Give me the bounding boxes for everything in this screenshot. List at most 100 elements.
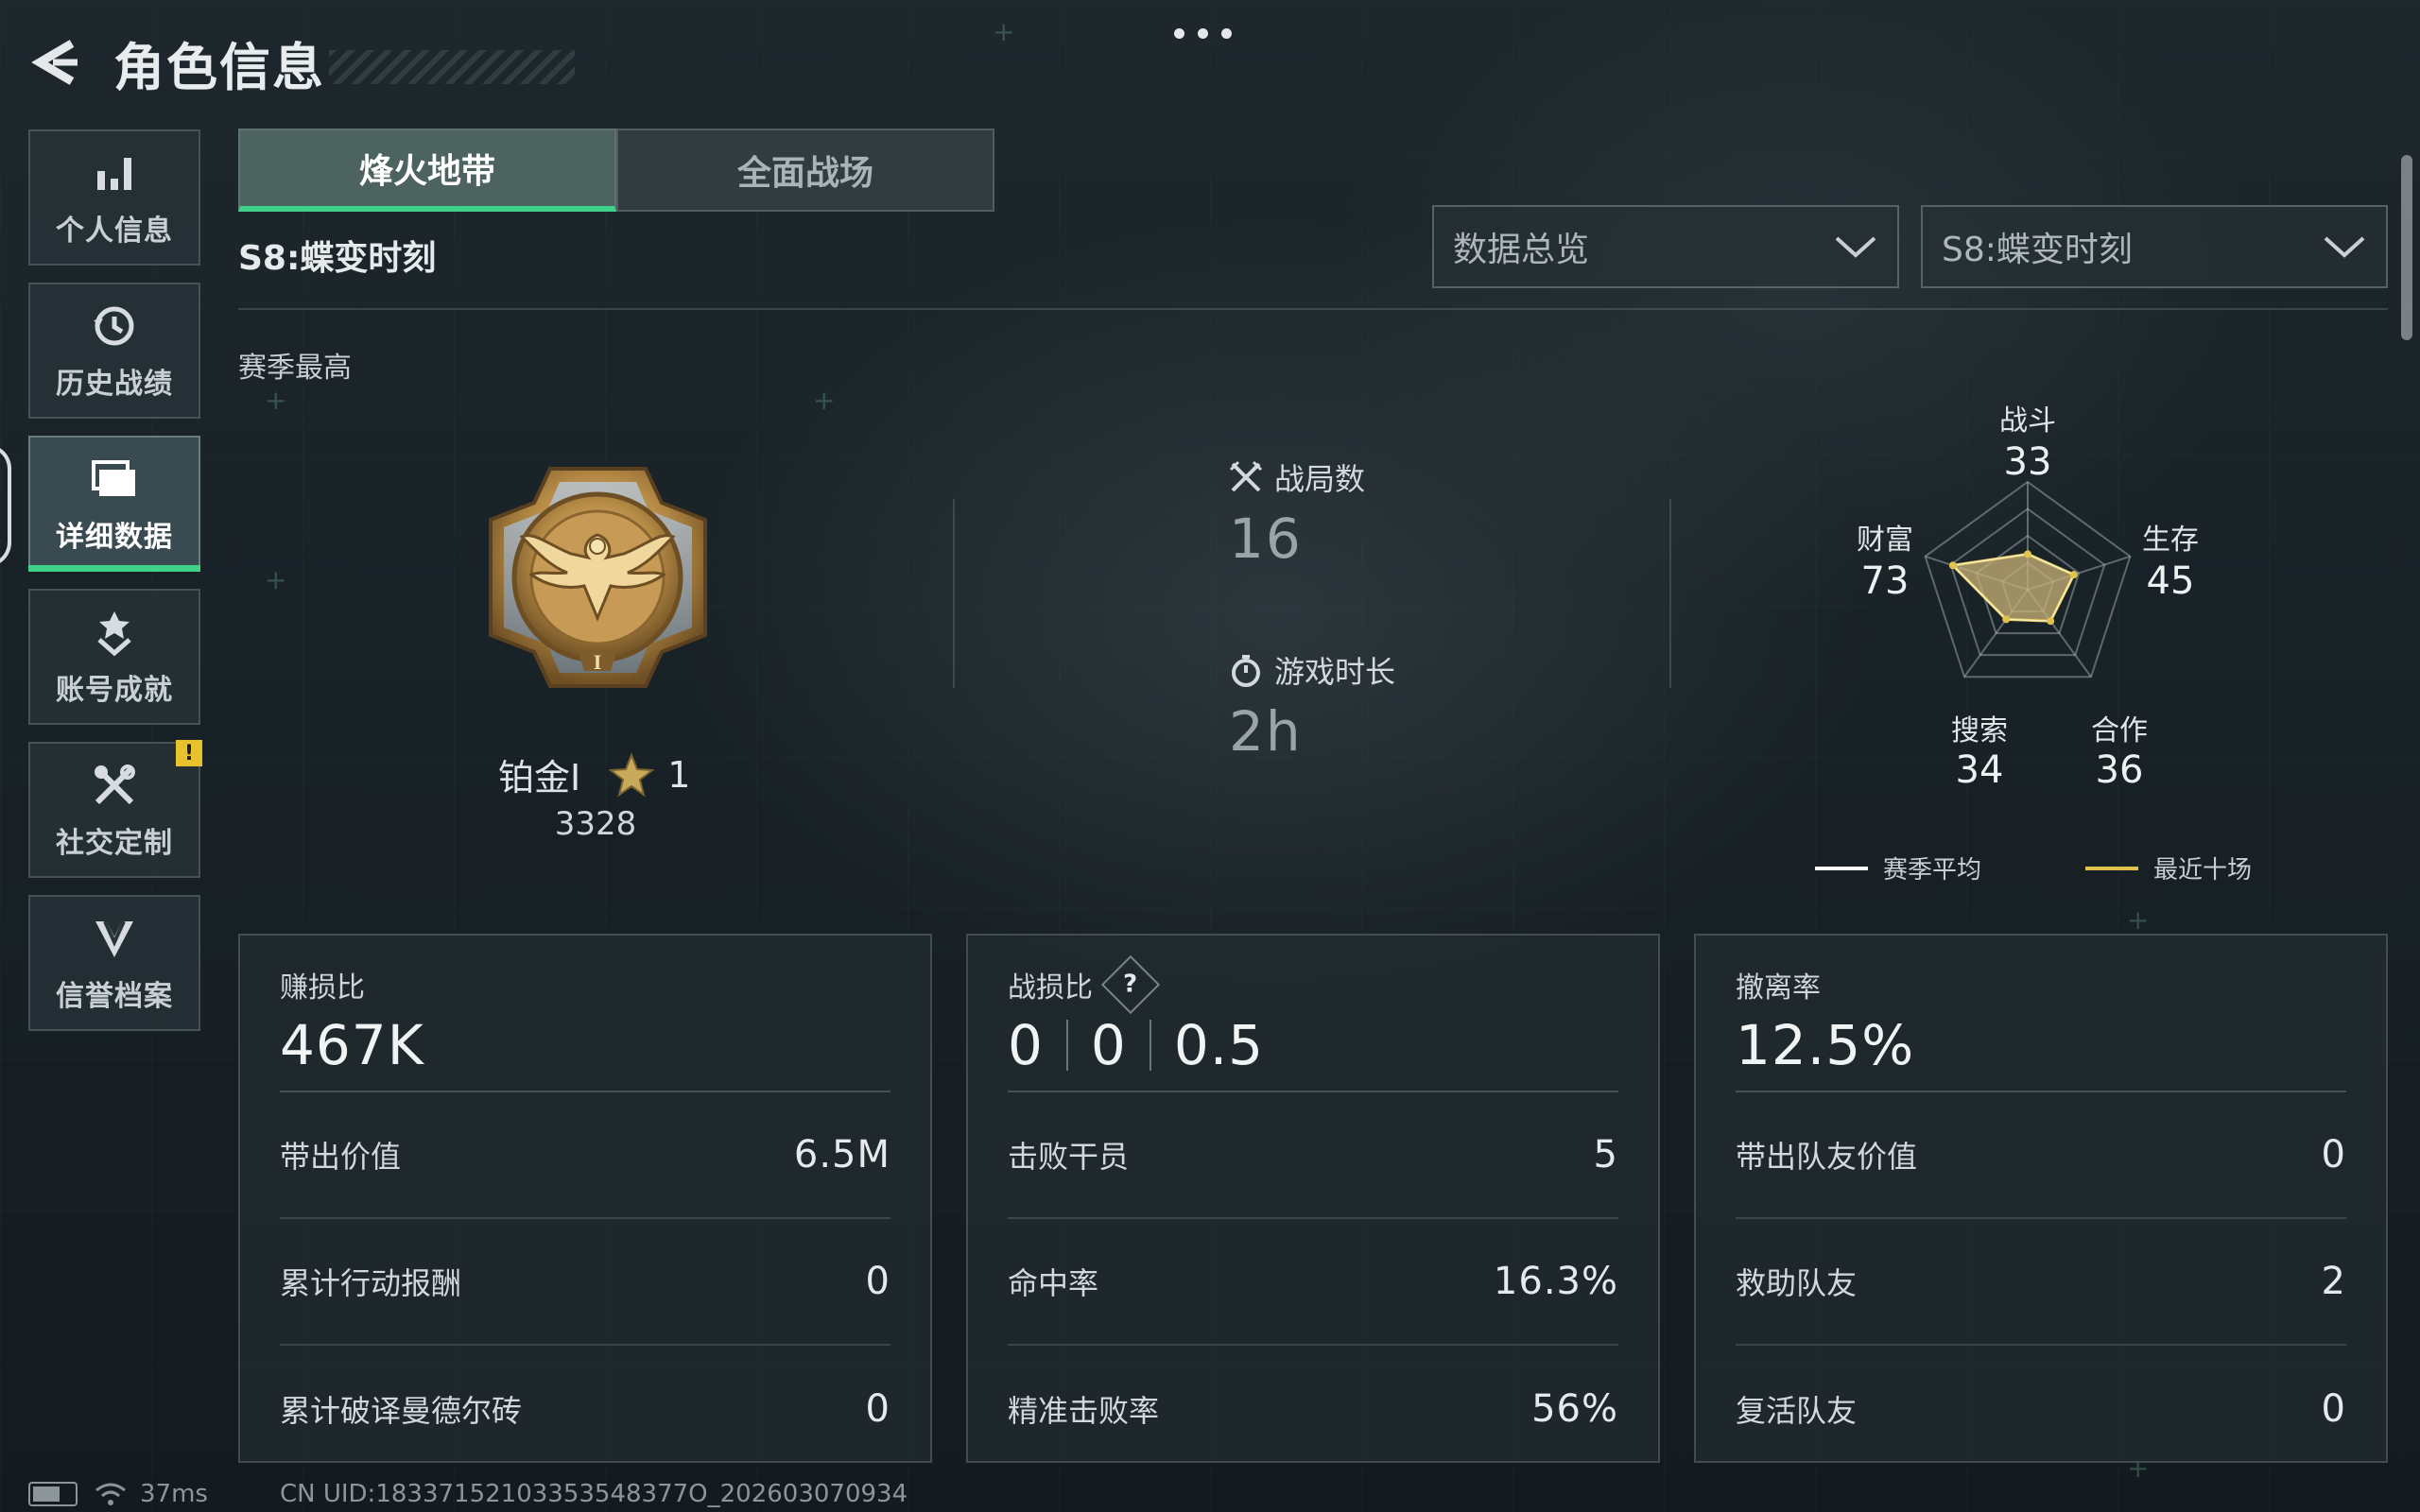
extract-card: 撤离率 12.5% 带出队友价值 0 救助队友 2 复活队友 0 [1694, 934, 2388, 1463]
stat-value: 6.5M [793, 1133, 890, 1177]
decor-plus: + [265, 385, 287, 416]
stat-row: 命中率 16.3% [1008, 1219, 1618, 1346]
stat-label: 精准击败率 [1008, 1393, 1160, 1429]
rank-medal-icon: I [489, 467, 707, 688]
duration-stat: 游戏时长 2h [1229, 648, 1395, 764]
radar-point [1948, 561, 1957, 570]
matches-label: 战局数 [1274, 461, 1366, 497]
legend-swatch [1815, 866, 1868, 870]
legend-swatch [2085, 866, 2138, 870]
kd-separator [1065, 1020, 1068, 1071]
stopwatch-icon [1229, 653, 1263, 687]
season-title: S8:蝶变时刻 [238, 239, 437, 278]
sidebar-item-social[interactable]: 社交定制 ! [28, 740, 202, 878]
more-dots-icon[interactable] [1174, 28, 1232, 39]
radar-point [2069, 571, 2078, 579]
scrollbar[interactable] [2401, 155, 2412, 340]
divider [1669, 499, 1671, 688]
kd-value: 0.5 [1173, 1013, 1265, 1077]
back-button[interactable] [26, 32, 87, 93]
radar-value-survival: 45 [2146, 559, 2195, 603]
stat-value: 0 [2321, 1387, 2346, 1431]
stat-row: 累计行动报酬 0 [280, 1219, 890, 1346]
stat-label: 累计行动报酬 [280, 1265, 462, 1301]
stat-value: 16.3% [1493, 1260, 1618, 1303]
sidebar-item-label: 账号成就 [56, 674, 173, 707]
stat-label: 救助队友 [1736, 1265, 1858, 1301]
stat-row: 带出价值 6.5M [280, 1092, 890, 1219]
combat-ratio-header: 战损比 ? [1008, 954, 1618, 1015]
rank-info: 铂金Ⅰ 1 [498, 748, 690, 800]
view-dropdown[interactable]: 数据总览 [1432, 205, 1899, 288]
duration-label: 游戏时长 [1274, 654, 1396, 690]
sidebar-item-label: 详细数据 [56, 521, 173, 554]
combat-card: 战损比 ? 0 0 0.5 击败干员 5 命中率 16.3% 精准击败率 56% [966, 934, 1660, 1463]
matches-value: 16 [1229, 507, 1303, 571]
radar-label-survival: 生存 [2142, 524, 2199, 557]
stat-label: 命中率 [1008, 1265, 1099, 1301]
profit-ratio-label: 赚损比 [280, 971, 365, 1005]
radar-point [2024, 550, 2031, 558]
sidebar-item-label: 个人信息 [56, 215, 173, 248]
ability-radar: 战斗 33 生存 45 合作 36 搜索 34 财富 73 [1853, 378, 2203, 813]
view-dropdown-value: 数据总览 [1453, 231, 1590, 269]
stat-label: 带出价值 [280, 1139, 402, 1175]
divider [953, 499, 955, 688]
legend-recent-ten: 最近十场 [2085, 850, 2252, 885]
extract-rate-value: 12.5% [1736, 1013, 1915, 1077]
stat-value: 5 [1593, 1133, 1618, 1177]
sidebar-item-detailed-data[interactable]: 详细数据 [28, 436, 200, 572]
chevron-down-icon [2324, 236, 2365, 258]
radar-label-teamwork: 合作 [2091, 714, 2148, 747]
combat-ratio-label: 战损比 [1008, 971, 1093, 1005]
sidebar: 个人信息 历史战绩 详细数据 账号成就 社交定制 ! 信誉档案 [28, 129, 202, 1048]
tab-full-battlefield[interactable]: 全面战场 [616, 129, 994, 212]
sidebar-item-history[interactable]: 历史战绩 [28, 283, 200, 419]
radar-point [2047, 617, 2055, 626]
stat-value: 0 [865, 1260, 890, 1303]
bar-chart-icon [88, 146, 141, 199]
sidebar-item-label: 社交定制 [56, 827, 173, 860]
decor-plus: + [993, 16, 1015, 47]
stat-row: 救助队友 2 [1736, 1219, 2346, 1346]
rank-name: 铂金Ⅰ [498, 757, 581, 799]
season-dropdown[interactable]: S8:蝶变时刻 [1921, 205, 2388, 288]
history-clock-icon [88, 300, 141, 352]
stat-label: 累计破译曼德尔砖 [280, 1393, 523, 1429]
chevron-down-icon [1835, 236, 1876, 258]
duration-value: 2h [1229, 699, 1303, 764]
status-footer: 37ms CN UID:18337152103353548377O_202603… [28, 1480, 908, 1508]
sidebar-item-label: 信誉档案 [56, 980, 173, 1013]
decor-plus: + [813, 385, 836, 416]
stat-value: 0 [865, 1387, 890, 1431]
stat-row: 累计破译曼德尔砖 0 [280, 1346, 890, 1472]
rank-star-count: 1 [667, 753, 691, 796]
stat-row: 精准击败率 56% [1008, 1346, 1618, 1472]
medal-star-icon [88, 606, 141, 659]
crossed-swords-icon [1229, 460, 1263, 494]
profit-card: 赚损比 467K 带出价值 6.5M 累计行动报酬 0 累计破译曼德尔砖 0 [238, 934, 932, 1463]
stat-row: 击败干员 5 [1008, 1092, 1618, 1219]
legend-season-avg: 赛季平均 [1815, 850, 1981, 885]
help-icon[interactable]: ? [1100, 954, 1161, 1015]
sidebar-item-reputation[interactable]: 信誉档案 [28, 895, 200, 1031]
radar-label-search: 搜索 [1951, 714, 2008, 747]
back-arrow-icon [31, 40, 78, 85]
radar-value-combat: 33 [2003, 440, 2052, 484]
stat-value: 56% [1531, 1387, 1618, 1431]
stat-label: 带出队友价值 [1736, 1139, 1918, 1175]
stat-value: 0 [2321, 1133, 2346, 1177]
stat-label: 复活队友 [1736, 1393, 1858, 1429]
matches-stat: 战局数 16 [1229, 455, 1365, 571]
tab-warzone[interactable]: 烽火地带 [238, 129, 616, 212]
sidebar-item-label: 历史战绩 [56, 368, 173, 401]
kd-value: 0 [1008, 1013, 1044, 1077]
sidebar-item-personal-info[interactable]: 个人信息 [28, 129, 200, 266]
stat-label: 击败干员 [1008, 1139, 1130, 1175]
star-icon [609, 751, 655, 797]
help-glyph: ? [1123, 971, 1138, 999]
decor-plus: + [2127, 904, 2150, 936]
ping-value: 37ms [140, 1480, 208, 1508]
sidebar-item-achievements[interactable]: 账号成就 [28, 589, 200, 725]
kd-separator [1149, 1020, 1151, 1071]
